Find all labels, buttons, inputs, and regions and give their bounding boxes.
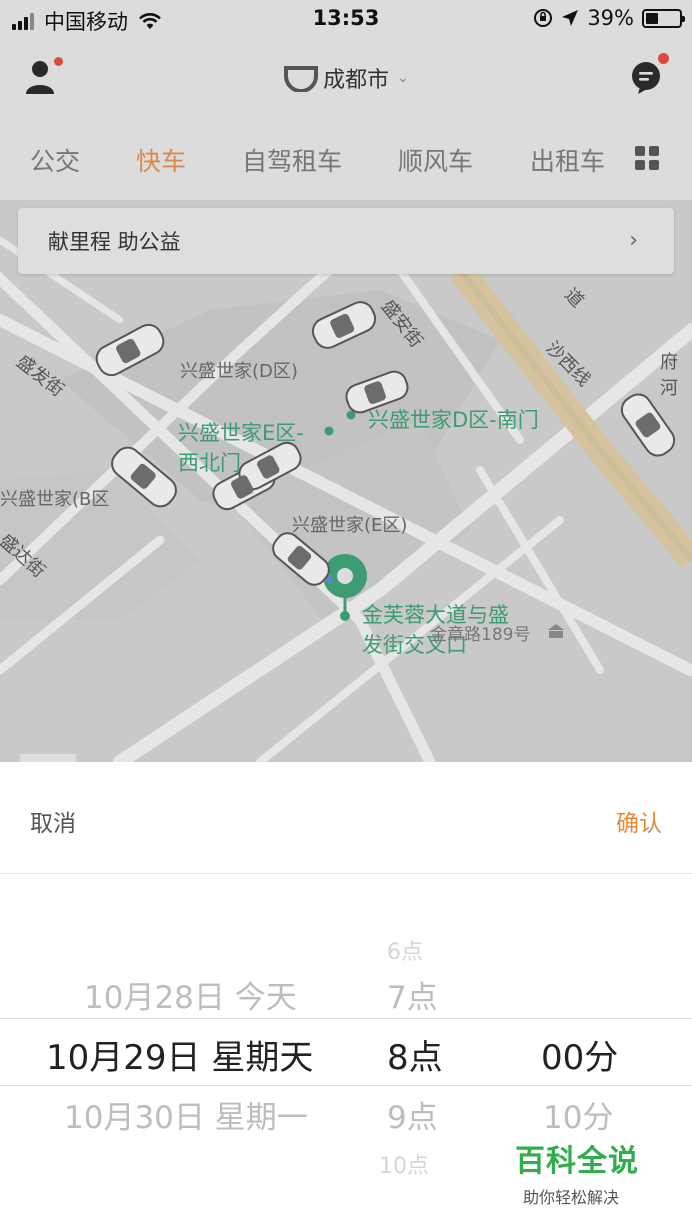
day-option-selected[interactable]: 10月29日 星期天 <box>46 1030 313 1079</box>
poi-label-line1: 兴盛世家E区- <box>178 421 304 445</box>
watermark-title: 百科全说 <box>515 1144 639 1179</box>
status-bar: 中国移动 13:53 39% <box>0 0 692 40</box>
service-tabs: 公交 快车 自驾租车 顺风车 出租车 <box>0 118 692 200</box>
city-selector[interactable]: 成都市 ⌄ <box>0 62 692 94</box>
hour-option-next[interactable]: 9点 <box>387 1092 438 1137</box>
map-label-address: 金章路189号 <box>430 625 531 645</box>
location-arrow-icon <box>562 10 579 26</box>
promo-banner-text: 献里程 助公益 <box>48 230 181 254</box>
tab-taxi[interactable]: 出租车 <box>530 142 605 178</box>
hour-option-selected[interactable]: 8点 <box>387 1030 443 1079</box>
day-option-prev[interactable]: 10月28日 今天 <box>84 972 297 1017</box>
promo-banner[interactable]: 献里程 助公益 › <box>18 208 674 274</box>
tab-express[interactable]: 快车 <box>136 142 186 178</box>
map-view[interactable]: 盛发街 盛安街 沙西线 道 府河 兴盛世家(D区) 兴盛世家(E区) 兴盛世家(… <box>0 200 692 762</box>
didi-logo-icon <box>284 66 319 92</box>
selection-line-bottom <box>0 1085 692 1086</box>
hour-option-prev2[interactable]: 6点 <box>387 934 423 966</box>
more-services-icon[interactable] <box>635 146 659 170</box>
picker-toolbar: 取消 确认 <box>0 762 692 874</box>
message-icon[interactable] <box>630 60 662 96</box>
hour-option-next2[interactable]: 10点 <box>379 1148 429 1180</box>
rotation-lock-icon <box>534 9 553 27</box>
chevron-down-icon: ⌄ <box>397 70 409 86</box>
minute-option-selected[interactable]: 00分 <box>541 1030 618 1079</box>
map-label-area: 兴盛世家(D区) <box>180 361 298 382</box>
selection-line-top <box>0 1018 692 1019</box>
app-header: 成都市 ⌄ <box>0 40 692 118</box>
hour-option-prev[interactable]: 7点 <box>387 972 438 1017</box>
poi-e-northwest-gate[interactable]: 兴盛世家E区- 西北门 <box>178 418 304 478</box>
poi-d-south-gate[interactable]: 兴盛世家D区-南门 <box>368 404 539 434</box>
tab-carpool[interactable]: 顺风车 <box>398 142 473 178</box>
map-label-river: 府河 <box>660 352 678 399</box>
cancel-button[interactable]: 取消 <box>30 804 76 838</box>
map-label-area: 兴盛世家(E区) <box>292 515 408 536</box>
map-label-area: 兴盛世家(B区 <box>0 489 110 510</box>
tab-bus[interactable]: 公交 <box>30 142 80 178</box>
message-notification-dot <box>658 53 669 64</box>
battery-percent: 39% <box>587 6 634 30</box>
watermark-logo: 百科全说 助你轻松解决 <box>515 1136 639 1208</box>
day-option-next[interactable]: 10月30日 星期一 <box>64 1092 308 1137</box>
poi-label-line2: 西北门 <box>178 451 241 475</box>
watermark-subtitle: 助你轻松解决 <box>523 1188 620 1207</box>
minute-option-next[interactable]: 10分 <box>543 1092 613 1137</box>
confirm-button[interactable]: 确认 <box>616 804 662 838</box>
status-right: 39% <box>533 6 685 30</box>
map-canvas <box>0 236 692 762</box>
chevron-right-icon: › <box>629 228 638 253</box>
city-label: 成都市 <box>323 68 390 93</box>
tab-self-drive-rental[interactable]: 自驾租车 <box>242 142 342 178</box>
battery-icon <box>642 8 685 28</box>
